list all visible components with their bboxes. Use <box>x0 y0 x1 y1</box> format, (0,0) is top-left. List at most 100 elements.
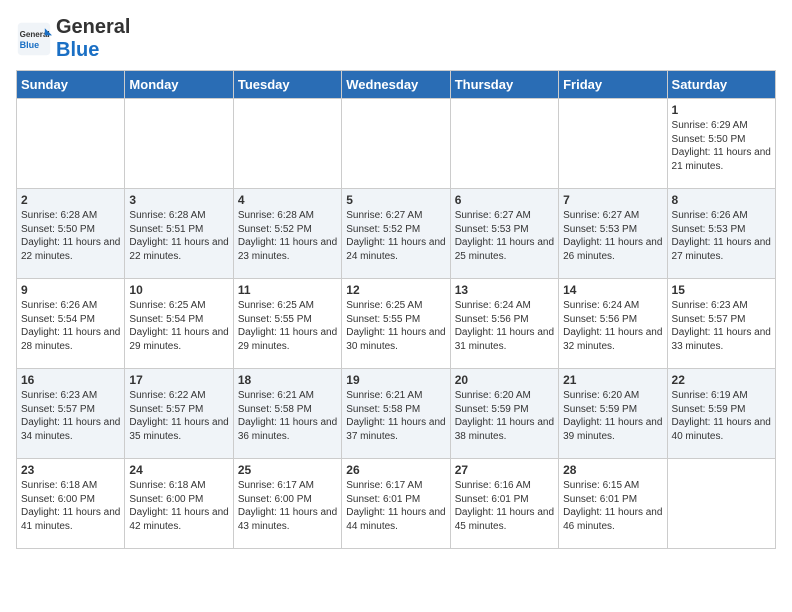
day-number: 24 <box>129 463 228 477</box>
day-info: Sunrise: 6:24 AM Sunset: 5:56 PM Dayligh… <box>563 299 662 353</box>
day-number: 9 <box>21 283 120 297</box>
header-friday: Friday <box>559 71 667 99</box>
day-number: 15 <box>672 283 771 297</box>
day-info: Sunrise: 6:24 AM Sunset: 5:56 PM Dayligh… <box>455 299 554 353</box>
header-tuesday: Tuesday <box>233 71 341 99</box>
day-info: Sunrise: 6:25 AM Sunset: 5:54 PM Dayligh… <box>129 299 228 353</box>
calendar-table: SundayMondayTuesdayWednesdayThursdayFrid… <box>16 70 776 549</box>
day-info: Sunrise: 6:21 AM Sunset: 5:58 PM Dayligh… <box>346 389 445 443</box>
calendar-cell: 15 Sunrise: 6:23 AM Sunset: 5:57 PM Dayli… <box>667 279 775 369</box>
header-thursday: Thursday <box>450 71 558 99</box>
day-info: Sunrise: 6:27 AM Sunset: 5:53 PM Dayligh… <box>563 209 662 263</box>
logo-text-blue: Blue <box>56 39 99 61</box>
day-number: 10 <box>129 283 228 297</box>
day-number: 26 <box>346 463 445 477</box>
calendar-cell: 9 Sunrise: 6:26 AM Sunset: 5:54 PM Daylig… <box>17 279 125 369</box>
day-info: Sunrise: 6:26 AM Sunset: 5:54 PM Dayligh… <box>21 299 120 353</box>
calendar-cell: 5 Sunrise: 6:27 AM Sunset: 5:52 PM Daylig… <box>342 189 450 279</box>
day-number: 27 <box>455 463 554 477</box>
day-info: Sunrise: 6:20 AM Sunset: 5:59 PM Dayligh… <box>563 389 662 443</box>
calendar-cell: 2 Sunrise: 6:28 AM Sunset: 5:50 PM Daylig… <box>17 189 125 279</box>
day-number: 23 <box>21 463 120 477</box>
day-info: Sunrise: 6:23 AM Sunset: 5:57 PM Dayligh… <box>672 299 771 353</box>
day-info: Sunrise: 6:29 AM Sunset: 5:50 PM Dayligh… <box>672 119 771 173</box>
calendar-cell: 23 Sunrise: 6:18 AM Sunset: 6:00 PM Dayli… <box>17 459 125 549</box>
calendar-week-3: 9 Sunrise: 6:26 AM Sunset: 5:54 PM Daylig… <box>17 279 776 369</box>
day-number: 28 <box>563 463 662 477</box>
day-info: Sunrise: 6:17 AM Sunset: 6:01 PM Dayligh… <box>346 479 445 533</box>
calendar-cell: 20 Sunrise: 6:20 AM Sunset: 5:59 PM Dayli… <box>450 369 558 459</box>
day-number: 21 <box>563 373 662 387</box>
day-info: Sunrise: 6:28 AM Sunset: 5:51 PM Dayligh… <box>129 209 228 263</box>
day-number: 5 <box>346 193 445 207</box>
day-number: 18 <box>238 373 337 387</box>
day-number: 25 <box>238 463 337 477</box>
day-info: Sunrise: 6:19 AM Sunset: 5:59 PM Dayligh… <box>672 389 771 443</box>
day-info: Sunrise: 6:26 AM Sunset: 5:53 PM Dayligh… <box>672 209 771 263</box>
calendar-cell: 16Sunrise: 6:23 AM Sunset: 5:57 PM Dayli… <box>17 369 125 459</box>
calendar-cell <box>559 99 667 189</box>
calendar-cell: 4 Sunrise: 6:28 AM Sunset: 5:52 PM Daylig… <box>233 189 341 279</box>
calendar-cell: 19Sunrise: 6:21 AM Sunset: 5:58 PM Dayli… <box>342 369 450 459</box>
day-number: 8 <box>672 193 771 207</box>
day-info: Sunrise: 6:21 AM Sunset: 5:58 PM Dayligh… <box>238 389 337 443</box>
day-info: Sunrise: 6:27 AM Sunset: 5:53 PM Dayligh… <box>455 209 554 263</box>
calendar-cell: 14 Sunrise: 6:24 AM Sunset: 5:56 PM Dayli… <box>559 279 667 369</box>
day-info: Sunrise: 6:20 AM Sunset: 5:59 PM Dayligh… <box>455 389 554 443</box>
calendar-cell: 26 Sunrise: 6:17 AM Sunset: 6:01 PM Dayli… <box>342 459 450 549</box>
calendar-week-4: 16Sunrise: 6:23 AM Sunset: 5:57 PM Dayli… <box>17 369 776 459</box>
calendar-cell: 1 Sunrise: 6:29 AM Sunset: 5:50 PM Daylig… <box>667 99 775 189</box>
calendar-cell: 12Sunrise: 6:25 AM Sunset: 5:55 PM Dayli… <box>342 279 450 369</box>
day-number: 12 <box>346 283 445 297</box>
day-info: Sunrise: 6:22 AM Sunset: 5:57 PM Dayligh… <box>129 389 228 443</box>
day-info: Sunrise: 6:17 AM Sunset: 6:00 PM Dayligh… <box>238 479 337 533</box>
day-info: Sunrise: 6:18 AM Sunset: 6:00 PM Dayligh… <box>21 479 120 533</box>
day-info: Sunrise: 6:23 AM Sunset: 5:57 PM Dayligh… <box>21 389 120 443</box>
day-number: 22 <box>672 373 771 387</box>
calendar-cell: 11 Sunrise: 6:25 AM Sunset: 5:55 PM Dayli… <box>233 279 341 369</box>
calendar-cell: 25 Sunrise: 6:17 AM Sunset: 6:00 PM Dayli… <box>233 459 341 549</box>
day-number: 11 <box>238 283 337 297</box>
calendar-cell: 13 Sunrise: 6:24 AM Sunset: 5:56 PM Dayli… <box>450 279 558 369</box>
day-number: 4 <box>238 193 337 207</box>
calendar-week-5: 23 Sunrise: 6:18 AM Sunset: 6:00 PM Dayli… <box>17 459 776 549</box>
calendar-cell <box>667 459 775 549</box>
day-number: 17 <box>129 373 228 387</box>
logo: General Blue General Blue <box>16 16 130 62</box>
calendar-cell <box>125 99 233 189</box>
day-number: 2 <box>21 193 120 207</box>
calendar-cell: 24Sunrise: 6:18 AM Sunset: 6:00 PM Dayli… <box>125 459 233 549</box>
calendar-cell: 18 Sunrise: 6:21 AM Sunset: 5:58 PM Dayli… <box>233 369 341 459</box>
calendar-week-1: 1 Sunrise: 6:29 AM Sunset: 5:50 PM Daylig… <box>17 99 776 189</box>
svg-text:Blue: Blue <box>20 40 40 50</box>
day-info: Sunrise: 6:25 AM Sunset: 5:55 PM Dayligh… <box>238 299 337 353</box>
header-monday: Monday <box>125 71 233 99</box>
calendar-cell: 10 Sunrise: 6:25 AM Sunset: 5:54 PM Dayli… <box>125 279 233 369</box>
calendar-cell: 8 Sunrise: 6:26 AM Sunset: 5:53 PM Daylig… <box>667 189 775 279</box>
day-info: Sunrise: 6:16 AM Sunset: 6:01 PM Dayligh… <box>455 479 554 533</box>
calendar-cell: 22 Sunrise: 6:19 AM Sunset: 5:59 PM Dayli… <box>667 369 775 459</box>
logo-icon: General Blue <box>16 21 52 57</box>
calendar-cell <box>342 99 450 189</box>
calendar-cell: 17 Sunrise: 6:22 AM Sunset: 5:57 PM Dayli… <box>125 369 233 459</box>
day-number: 20 <box>455 373 554 387</box>
calendar-cell: 3Sunrise: 6:28 AM Sunset: 5:51 PM Daylig… <box>125 189 233 279</box>
day-info: Sunrise: 6:27 AM Sunset: 5:52 PM Dayligh… <box>346 209 445 263</box>
day-number: 14 <box>563 283 662 297</box>
day-info: Sunrise: 6:28 AM Sunset: 5:52 PM Dayligh… <box>238 209 337 263</box>
calendar-cell <box>17 99 125 189</box>
calendar-header-row: SundayMondayTuesdayWednesdayThursdayFrid… <box>17 71 776 99</box>
day-info: Sunrise: 6:15 AM Sunset: 6:01 PM Dayligh… <box>563 479 662 533</box>
logo-text-general: General <box>56 16 130 38</box>
day-number: 1 <box>672 103 771 117</box>
calendar-cell: 28 Sunrise: 6:15 AM Sunset: 6:01 PM Dayli… <box>559 459 667 549</box>
day-info: Sunrise: 6:28 AM Sunset: 5:50 PM Dayligh… <box>21 209 120 263</box>
calendar-cell: 27 Sunrise: 6:16 AM Sunset: 6:01 PM Dayli… <box>450 459 558 549</box>
header-wednesday: Wednesday <box>342 71 450 99</box>
day-number: 13 <box>455 283 554 297</box>
calendar-cell <box>450 99 558 189</box>
calendar-week-2: 2 Sunrise: 6:28 AM Sunset: 5:50 PM Daylig… <box>17 189 776 279</box>
calendar-cell: 6 Sunrise: 6:27 AM Sunset: 5:53 PM Daylig… <box>450 189 558 279</box>
day-number: 6 <box>455 193 554 207</box>
header-saturday: Saturday <box>667 71 775 99</box>
